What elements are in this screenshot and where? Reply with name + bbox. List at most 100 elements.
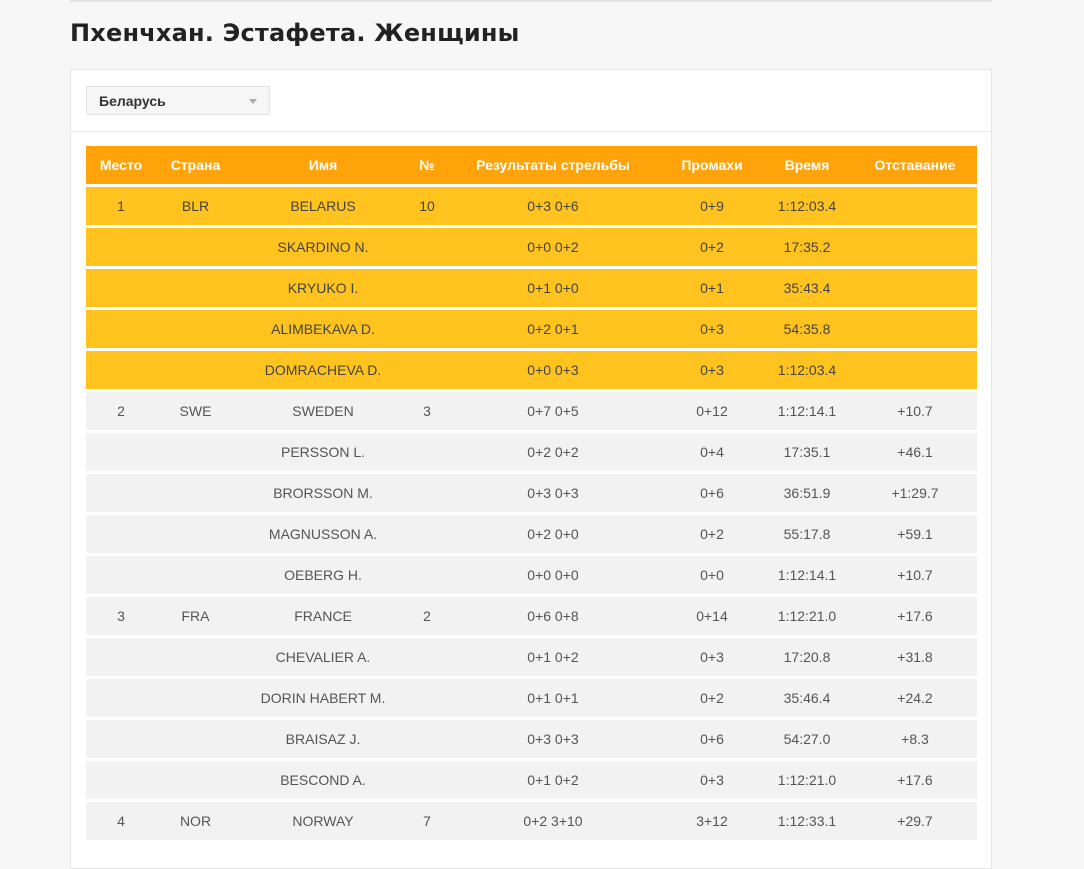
- cell-country: [156, 515, 235, 553]
- column-header-country[interactable]: Страна: [156, 146, 235, 184]
- cell-behind: [853, 187, 977, 225]
- cell-misses: 0+6: [663, 720, 761, 758]
- column-header-misses[interactable]: Промахи: [663, 146, 761, 184]
- cell-number: [411, 269, 443, 307]
- cell-behind: +29.7: [853, 802, 977, 840]
- cell-country: [156, 228, 235, 266]
- cell-place: 4: [86, 802, 156, 840]
- table-row[interactable]: 1 BLR BELARUS 10 0+3 0+6 0+9 1:12:03.4: [86, 187, 977, 225]
- cell-name: MAGNUSSON A.: [235, 515, 411, 553]
- cell-number: [411, 310, 443, 348]
- table-row[interactable]: CHEVALIER A. 0+1 0+2 0+3 17:20.8 +31.8: [86, 638, 977, 676]
- table-row[interactable]: DOMRACHEVA D. 0+0 0+3 0+3 1:12:03.4: [86, 351, 977, 389]
- cell-shooting: 0+7 0+5: [443, 392, 663, 430]
- cell-country: [156, 556, 235, 594]
- cell-behind: +8.3: [853, 720, 977, 758]
- table-row[interactable]: 2 SWE SWEDEN 3 0+7 0+5 0+12 1:12:14.1 +10.7: [86, 392, 977, 430]
- cell-time: 35:46.4: [761, 679, 853, 717]
- cell-misses: 0+2: [663, 228, 761, 266]
- cell-place: [86, 679, 156, 717]
- cell-shooting: 0+6 0+8: [443, 597, 663, 635]
- cell-misses: 0+0: [663, 556, 761, 594]
- cell-misses: 0+14: [663, 597, 761, 635]
- cell-shooting: 0+2 0+1: [443, 310, 663, 348]
- cell-number: 10: [411, 187, 443, 225]
- cell-shooting: 0+2 3+10: [443, 802, 663, 840]
- cell-shooting: 0+3 0+6: [443, 187, 663, 225]
- cell-number: [411, 720, 443, 758]
- cell-name: SWEDEN: [235, 392, 411, 430]
- table-header-row: Место Страна Имя № Результаты стрельбы П…: [86, 146, 977, 184]
- cell-name: BRAISAZ J.: [235, 720, 411, 758]
- cell-behind: +17.6: [853, 761, 977, 799]
- cell-number: [411, 515, 443, 553]
- table-row[interactable]: KRYUKO I. 0+1 0+0 0+1 35:43.4: [86, 269, 977, 307]
- cell-behind: +24.2: [853, 679, 977, 717]
- cell-country: [156, 351, 235, 389]
- country-select[interactable]: Беларусь: [86, 86, 270, 115]
- table-row[interactable]: BESCOND A. 0+1 0+2 0+3 1:12:21.0 +17.6: [86, 761, 977, 799]
- cell-behind: +1:29.7: [853, 474, 977, 512]
- cell-behind: +59.1: [853, 515, 977, 553]
- cell-shooting: 0+0 0+0: [443, 556, 663, 594]
- column-header-number[interactable]: №: [411, 146, 443, 184]
- results-body: 1 BLR BELARUS 10 0+3 0+6 0+9 1:12:03.4 SKARDINO…: [86, 187, 977, 840]
- cell-place: 1: [86, 187, 156, 225]
- cell-behind: +17.6: [853, 597, 977, 635]
- cell-country: FRA: [156, 597, 235, 635]
- cell-time: 1:12:21.0: [761, 597, 853, 635]
- cell-number: [411, 474, 443, 512]
- cell-behind: +10.7: [853, 392, 977, 430]
- cell-shooting: 0+1 0+0: [443, 269, 663, 307]
- panel-header: Беларусь: [71, 70, 991, 132]
- cell-place: [86, 761, 156, 799]
- table-row[interactable]: MAGNUSSON A. 0+2 0+0 0+2 55:17.8 +59.1: [86, 515, 977, 553]
- cell-shooting: 0+3 0+3: [443, 474, 663, 512]
- results-panel: Беларусь Место Страна Имя № Результаты с…: [70, 69, 992, 869]
- cell-country: NOR: [156, 802, 235, 840]
- table-row[interactable]: BRORSSON M. 0+3 0+3 0+6 36:51.9 +1:29.7: [86, 474, 977, 512]
- cell-country: [156, 761, 235, 799]
- page-title: Пхенчхан. Эстафета. Женщины: [70, 19, 520, 47]
- cell-number: [411, 761, 443, 799]
- cell-name: SKARDINO N.: [235, 228, 411, 266]
- cell-time: 1:12:14.1: [761, 392, 853, 430]
- cell-number: 7: [411, 802, 443, 840]
- cell-country: SWE: [156, 392, 235, 430]
- table-row[interactable]: 3 FRA FRANCE 2 0+6 0+8 0+14 1:12:21.0 +17.6: [86, 597, 977, 635]
- cell-shooting: 0+3 0+3: [443, 720, 663, 758]
- cell-misses: 0+1: [663, 269, 761, 307]
- cell-misses: 0+2: [663, 679, 761, 717]
- column-header-shooting[interactable]: Результаты стрельбы: [443, 146, 663, 184]
- cell-name: ALIMBEKAVA D.: [235, 310, 411, 348]
- cell-number: [411, 556, 443, 594]
- results-table: Место Страна Имя № Результаты стрельбы П…: [86, 143, 977, 843]
- cell-misses: 0+2: [663, 515, 761, 553]
- table-row[interactable]: SKARDINO N. 0+0 0+2 0+2 17:35.2: [86, 228, 977, 266]
- column-header-behind[interactable]: Отставание: [853, 146, 977, 184]
- cell-time: 1:12:03.4: [761, 351, 853, 389]
- cell-time: 36:51.9: [761, 474, 853, 512]
- cell-time: 17:35.1: [761, 433, 853, 471]
- table-row[interactable]: DORIN HABERT M. 0+1 0+1 0+2 35:46.4 +24.2: [86, 679, 977, 717]
- column-header-name[interactable]: Имя: [235, 146, 411, 184]
- cell-place: [86, 310, 156, 348]
- table-row[interactable]: OEBERG H. 0+0 0+0 0+0 1:12:14.1 +10.7: [86, 556, 977, 594]
- cell-number: [411, 228, 443, 266]
- column-header-place[interactable]: Место: [86, 146, 156, 184]
- column-header-time[interactable]: Время: [761, 146, 853, 184]
- table-row[interactable]: 4 NOR NORWAY 7 0+2 3+10 3+12 1:12:33.1 +29.7: [86, 802, 977, 840]
- cell-behind: +46.1: [853, 433, 977, 471]
- table-row[interactable]: BRAISAZ J. 0+3 0+3 0+6 54:27.0 +8.3: [86, 720, 977, 758]
- cell-place: [86, 638, 156, 676]
- cell-country: [156, 638, 235, 676]
- cell-number: [411, 638, 443, 676]
- table-row[interactable]: ALIMBEKAVA D. 0+2 0+1 0+3 54:35.8: [86, 310, 977, 348]
- cell-place: 2: [86, 392, 156, 430]
- cell-number: [411, 679, 443, 717]
- cell-name: KRYUKO I.: [235, 269, 411, 307]
- cell-name: DOMRACHEVA D.: [235, 351, 411, 389]
- cell-behind: [853, 310, 977, 348]
- cell-behind: +10.7: [853, 556, 977, 594]
- table-row[interactable]: PERSSON L. 0+2 0+2 0+4 17:35.1 +46.1: [86, 433, 977, 471]
